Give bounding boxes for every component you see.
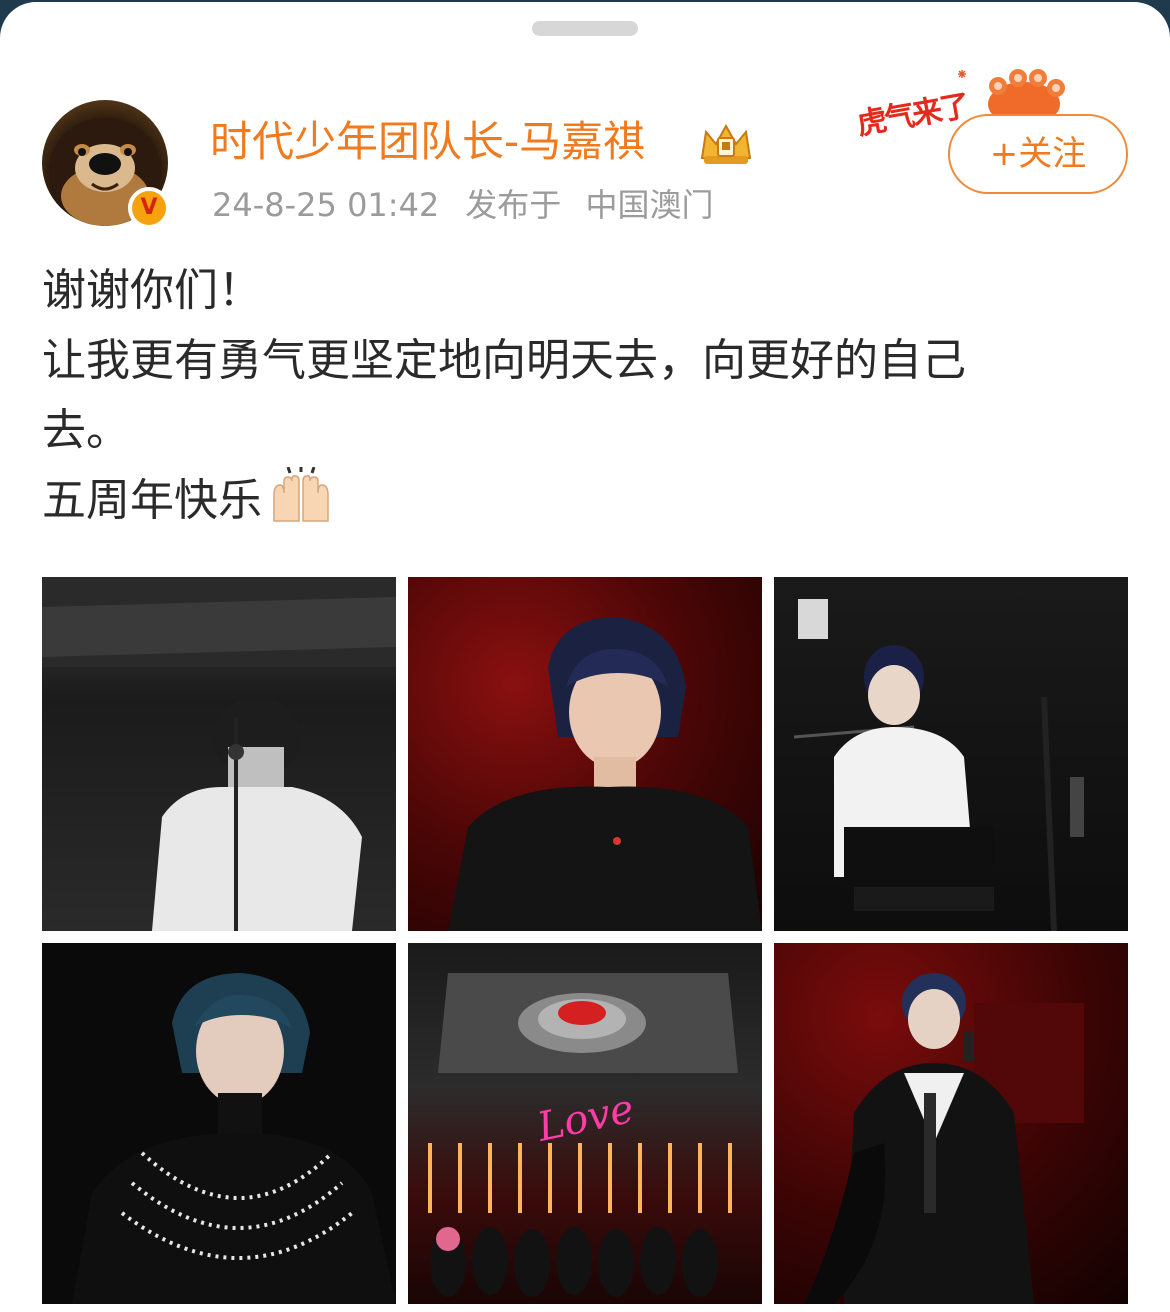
photo-5[interactable]: Love — [408, 943, 762, 1304]
follow-button[interactable]: +关注 — [948, 114, 1128, 194]
crown-icon — [700, 123, 752, 164]
post-meta: 24-8-25 01:42 发布于 中国澳门 — [212, 180, 713, 230]
photo-1[interactable] — [42, 577, 396, 931]
location-prefix: 发布于 — [465, 186, 562, 224]
post-sheet: V 时代少年团队长-马嘉祺 24-8-25 01:42 发布于 中国澳门 虎气来了… — [0, 2, 1170, 1312]
post-line-4: 五周年快乐 — [42, 475, 262, 526]
post-line-4-wrap: 五周年快乐 — [42, 466, 1132, 536]
post-location: 中国澳门 — [585, 186, 714, 224]
post-line-1: 谢谢你们！ — [42, 265, 262, 316]
photo-4-image — [72, 973, 396, 1304]
verified-badge-icon: V — [128, 187, 170, 229]
photo-3[interactable] — [774, 577, 1128, 931]
photo-5-love-text: Love — [532, 1086, 637, 1151]
photo-5-image: Love — [428, 973, 738, 1297]
photo-1-image — [42, 577, 396, 931]
photo-2-image — [448, 617, 762, 931]
photo-4[interactable] — [42, 943, 396, 1304]
post-line-3: 去。 — [42, 405, 130, 456]
post-timestamp: 24-8-25 01:42 — [212, 186, 440, 224]
photo-6-image — [804, 973, 1084, 1304]
sheet-grabber[interactable] — [532, 21, 638, 36]
photo-2[interactable] — [408, 577, 762, 931]
photo-3-image — [793, 599, 1084, 931]
author-name[interactable]: 时代少年团队长-马嘉祺 — [210, 112, 645, 172]
post-body: 谢谢你们！ 让我更有勇气更坚定地向明天去，向更好的自己 去。 五周年快乐 — [42, 256, 1132, 536]
photo-6[interactable] — [774, 943, 1128, 1304]
raising-hands-emoji-icon — [273, 467, 329, 522]
post-line-2: 让我更有勇气更坚定地向明天去，向更好的自己 — [42, 335, 966, 386]
